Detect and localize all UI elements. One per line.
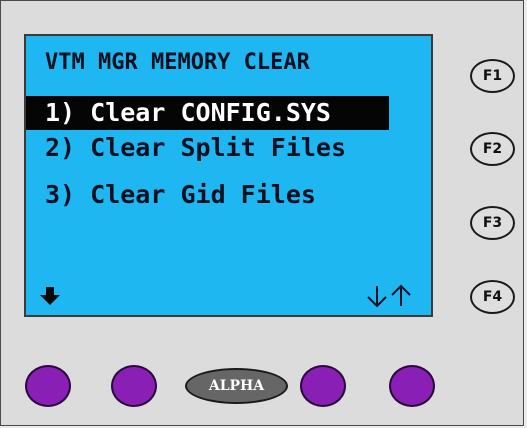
terminal-device: VTM MGR MEMORY CLEAR 1) Clear CONFIG.SYS… [0,0,524,426]
f1-key[interactable]: F1 [470,59,515,93]
soft-key-2[interactable] [111,365,157,407]
menu-item-clear-split-files[interactable]: 2) Clear Split Files [26,131,346,165]
down-arrow-icon [40,287,60,305]
f3-key[interactable]: F3 [470,206,515,240]
f2-key[interactable]: F2 [470,132,515,166]
scroll-down-up-arrows-icon [367,284,411,308]
screen-title: VTM MGR MEMORY CLEAR [45,50,310,75]
f4-key[interactable]: F4 [470,280,515,314]
soft-key-1[interactable] [25,365,71,407]
menu-item-clear-gid-files[interactable]: 3) Clear Gid Files [26,178,316,212]
menu-item-clear-config-sys[interactable]: 1) Clear CONFIG.SYS [26,96,389,130]
lcd-screen: VTM MGR MEMORY CLEAR 1) Clear CONFIG.SYS… [24,34,433,317]
alpha-key[interactable]: ALPHA [185,368,288,404]
soft-key-4[interactable] [300,365,346,407]
soft-key-5[interactable] [389,365,435,407]
